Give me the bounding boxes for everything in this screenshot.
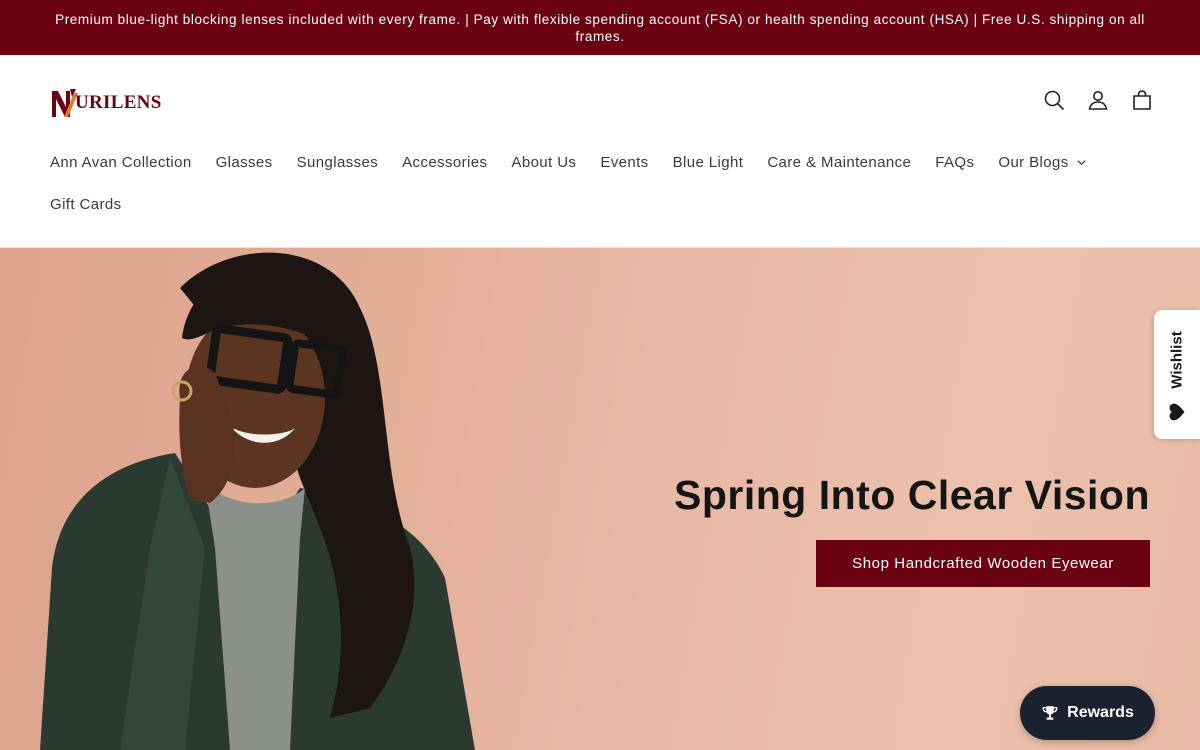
nav-item-ann-avan-collection[interactable]: Ann Avan Collection bbox=[50, 154, 192, 171]
nav-item-our-blogs[interactable]: Our Blogs bbox=[998, 154, 1086, 171]
nav-item-events[interactable]: Events bbox=[600, 154, 648, 171]
main-nav: Ann Avan Collection Glasses Sunglasses A… bbox=[50, 143, 1090, 223]
nav-item-glasses[interactable]: Glasses bbox=[216, 154, 273, 171]
search-icon[interactable] bbox=[1042, 88, 1066, 112]
nav-item-our-blogs-label: Our Blogs bbox=[998, 153, 1069, 171]
nav-item-about-us[interactable]: About Us bbox=[511, 154, 576, 171]
wishlist-tab[interactable]: Wishlist bbox=[1154, 310, 1200, 439]
header-icons bbox=[1042, 88, 1154, 112]
rewards-button[interactable]: Rewards bbox=[1020, 686, 1155, 740]
nav-row: Gift Cards bbox=[50, 185, 1090, 223]
chevron-down-icon bbox=[1077, 159, 1086, 165]
hero-banner: Spring Into Clear Vision Shop Handcrafte… bbox=[0, 248, 1200, 750]
rewards-label: Rewards bbox=[1067, 704, 1134, 721]
nav-item-care-maintenance[interactable]: Care & Maintenance bbox=[767, 154, 911, 171]
announcement-text: Premium blue-light blocking lenses inclu… bbox=[55, 11, 1145, 44]
shop-eyewear-button[interactable]: Shop Handcrafted Wooden Eyewear bbox=[816, 540, 1150, 587]
nav-item-faqs[interactable]: FAQs bbox=[935, 154, 974, 171]
announcement-bar: Premium blue-light blocking lenses inclu… bbox=[0, 0, 1200, 55]
logo[interactable]: URILENS bbox=[50, 87, 162, 119]
hero-image bbox=[40, 252, 475, 750]
nav-item-blue-light[interactable]: Blue Light bbox=[673, 154, 744, 171]
account-icon[interactable] bbox=[1086, 88, 1110, 112]
nav-item-sunglasses[interactable]: Sunglasses bbox=[297, 154, 379, 171]
wishlist-label: Wishlist bbox=[1168, 331, 1186, 389]
nav-item-gift-cards[interactable]: Gift Cards bbox=[50, 196, 122, 213]
trophy-icon bbox=[1042, 706, 1058, 720]
nav-item-accessories[interactable]: Accessories bbox=[402, 154, 487, 171]
heart-icon bbox=[1169, 403, 1185, 421]
cart-icon[interactable] bbox=[1130, 88, 1154, 112]
nav-row: Ann Avan Collection Glasses Sunglasses A… bbox=[50, 143, 1090, 181]
logo-text: URILENS bbox=[75, 92, 162, 113]
hero-title: Spring Into Clear Vision bbox=[674, 472, 1150, 518]
site-header: URILENS Ann Avan Collection Glasses Sung… bbox=[0, 55, 1200, 248]
